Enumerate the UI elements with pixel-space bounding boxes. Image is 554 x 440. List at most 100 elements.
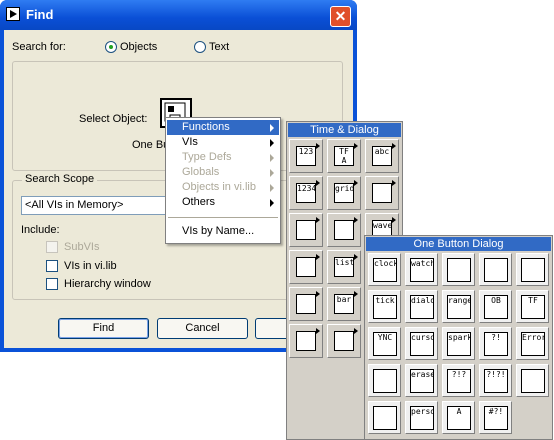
tile-glyph: bar [334,294,354,314]
tile-glyph [372,183,392,203]
submenu-arrow-icon [270,184,274,192]
title-bar[interactable]: Find ✕ [0,0,357,30]
hierarchy-window-checkbox[interactable] [46,278,58,290]
menu-item-globals[interactable]: Globals [167,165,279,180]
select-object-caption: One Bu [132,139,170,151]
menu-item-vis-by-name[interactable]: VIs by Name... [167,224,279,239]
subvis-checkbox[interactable] [46,241,58,253]
palette-tile-grid-icon[interactable]: grid [327,176,361,210]
tile-glyph [373,369,397,393]
subpalette-arrow-icon [354,180,358,186]
dialog-tile-tf-icon[interactable]: TF [516,290,549,323]
tile-glyph: clock [373,258,397,282]
include-label: Include: [21,224,60,236]
dialog-tile-dialog-icon[interactable]: dialog [405,290,438,323]
dialog-tile-calendar-icon[interactable] [479,253,512,286]
palette-tile-arrow-icon[interactable] [365,176,399,210]
tile-glyph [296,331,316,351]
labview-app-icon [6,7,20,21]
dialog-tile---icon[interactable]: ?!? [442,364,475,397]
vis-in-vilib-checkbox[interactable] [46,260,58,272]
dialog-tile-range-icon[interactable]: range [442,290,475,323]
text-radio-label[interactable]: Text [209,41,229,53]
objects-radio[interactable] [105,41,117,53]
tile-glyph: Error [521,332,545,356]
palette-tile-list-icon[interactable]: list [327,250,361,284]
dialog-tile---icon[interactable]: ?!?! [479,364,512,397]
search-scope-select[interactable]: <All VIs in Memory> [21,196,171,215]
palette-tile-shapes-icon[interactable] [327,324,361,358]
tile-glyph: TF [521,295,545,319]
subpalette-arrow-icon [354,328,358,334]
palette-title: Time & Dialog [288,123,401,137]
tile-glyph [484,258,508,282]
dialog-tile-spark-icon[interactable]: spark [442,327,475,360]
menu-label: Globals [182,166,220,178]
tile-glyph: watch [410,258,434,282]
palette-tile-timer-icon[interactable] [289,213,323,247]
menu-item-vis[interactable]: VIs [167,135,279,150]
objects-radio-label[interactable]: Objects [120,41,157,53]
dialog-tile---icon[interactable]: #?! [479,401,512,434]
dialog-tile-tick-icon[interactable]: tick [368,290,401,323]
menu-label: Others [182,196,216,208]
tile-glyph: 1234 [296,183,316,203]
subpalette-arrow-icon [316,291,320,297]
tile-glyph [296,294,316,314]
tile-glyph: OB [484,295,508,319]
dialog-tile-ync-icon[interactable]: YNC [368,327,401,360]
dialog-tile-ob-icon[interactable]: OB [479,290,512,323]
dialog-tile-a-icon[interactable]: A [442,401,475,434]
search-scope-legend: Search Scope [22,173,98,185]
tile-glyph [447,258,471,282]
vis-in-vilib-label: VIs in vi.lib [64,260,117,272]
find-button[interactable]: Find [58,318,149,339]
palette-tile-tf-a-icon[interactable]: TF A [327,139,361,173]
tile-glyph [521,258,545,282]
dialog-tile-watch-icon[interactable]: watch [405,253,438,286]
dialog-tile-hourglass-icon[interactable] [516,364,549,397]
dialog-tile-person-icon[interactable]: person [405,401,438,434]
menu-separator [168,217,278,218]
palette-title: One Button Dialog [366,237,551,251]
tile-glyph: #?! [484,406,508,430]
palette-tile-dialog-icon[interactable] [327,213,361,247]
submenu-arrow-icon [270,139,274,147]
subpalette-arrow-icon [354,217,358,223]
subpalette-arrow-icon [316,328,320,334]
tile-glyph: cursor [410,332,434,356]
menu-item-type-defs[interactable]: Type Defs [167,150,279,165]
tile-glyph [521,369,545,393]
palette-tile-1234-icon[interactable]: 1234 [289,176,323,210]
menu-item-functions[interactable]: Functions [167,120,279,135]
subpalette-arrow-icon [354,291,358,297]
dialog-tile-error-icon[interactable]: Error [516,327,549,360]
palette-tile-tools-icon[interactable] [289,250,323,284]
window-title: Find [26,7,54,22]
menu-label: VIs [182,136,198,148]
subpalette-arrow-icon [316,217,320,223]
close-button[interactable]: ✕ [330,6,351,27]
dialog-tile---icon[interactable]: ?! [479,327,512,360]
text-radio[interactable] [194,41,206,53]
dialog-tile-stopwatch-icon[interactable] [368,401,401,434]
palette-tile-bar-icon[interactable]: bar [327,287,361,321]
tile-glyph: 123 [296,146,316,166]
dialog-tile-clock-icon[interactable]: clock [368,253,401,286]
dialog-tile-1-89-10-21-icon[interactable] [516,253,549,286]
palette-tile-123-icon[interactable]: 123 [289,139,323,173]
submenu-arrow-icon [270,154,274,162]
submenu-arrow-icon [270,124,274,132]
cancel-button[interactable]: Cancel [157,318,248,339]
dialog-tile-error--icon[interactable] [368,364,401,397]
palette-tile-print-icon[interactable] [289,324,323,358]
dialog-tile-metronome-icon[interactable] [442,253,475,286]
menu-item-objects-in-vilib[interactable]: Objects in vi.lib [167,180,279,195]
menu-item-others[interactable]: Others [167,195,279,210]
palette-tile-chart-icon[interactable] [289,287,323,321]
tile-glyph [373,406,397,430]
dialog-tile-eraser-icon[interactable]: eraser [405,364,438,397]
dialog-tile-cursor-icon[interactable]: cursor [405,327,438,360]
palette-tile-abc-icon[interactable]: abc [365,139,399,173]
tile-glyph: spark [447,332,471,356]
